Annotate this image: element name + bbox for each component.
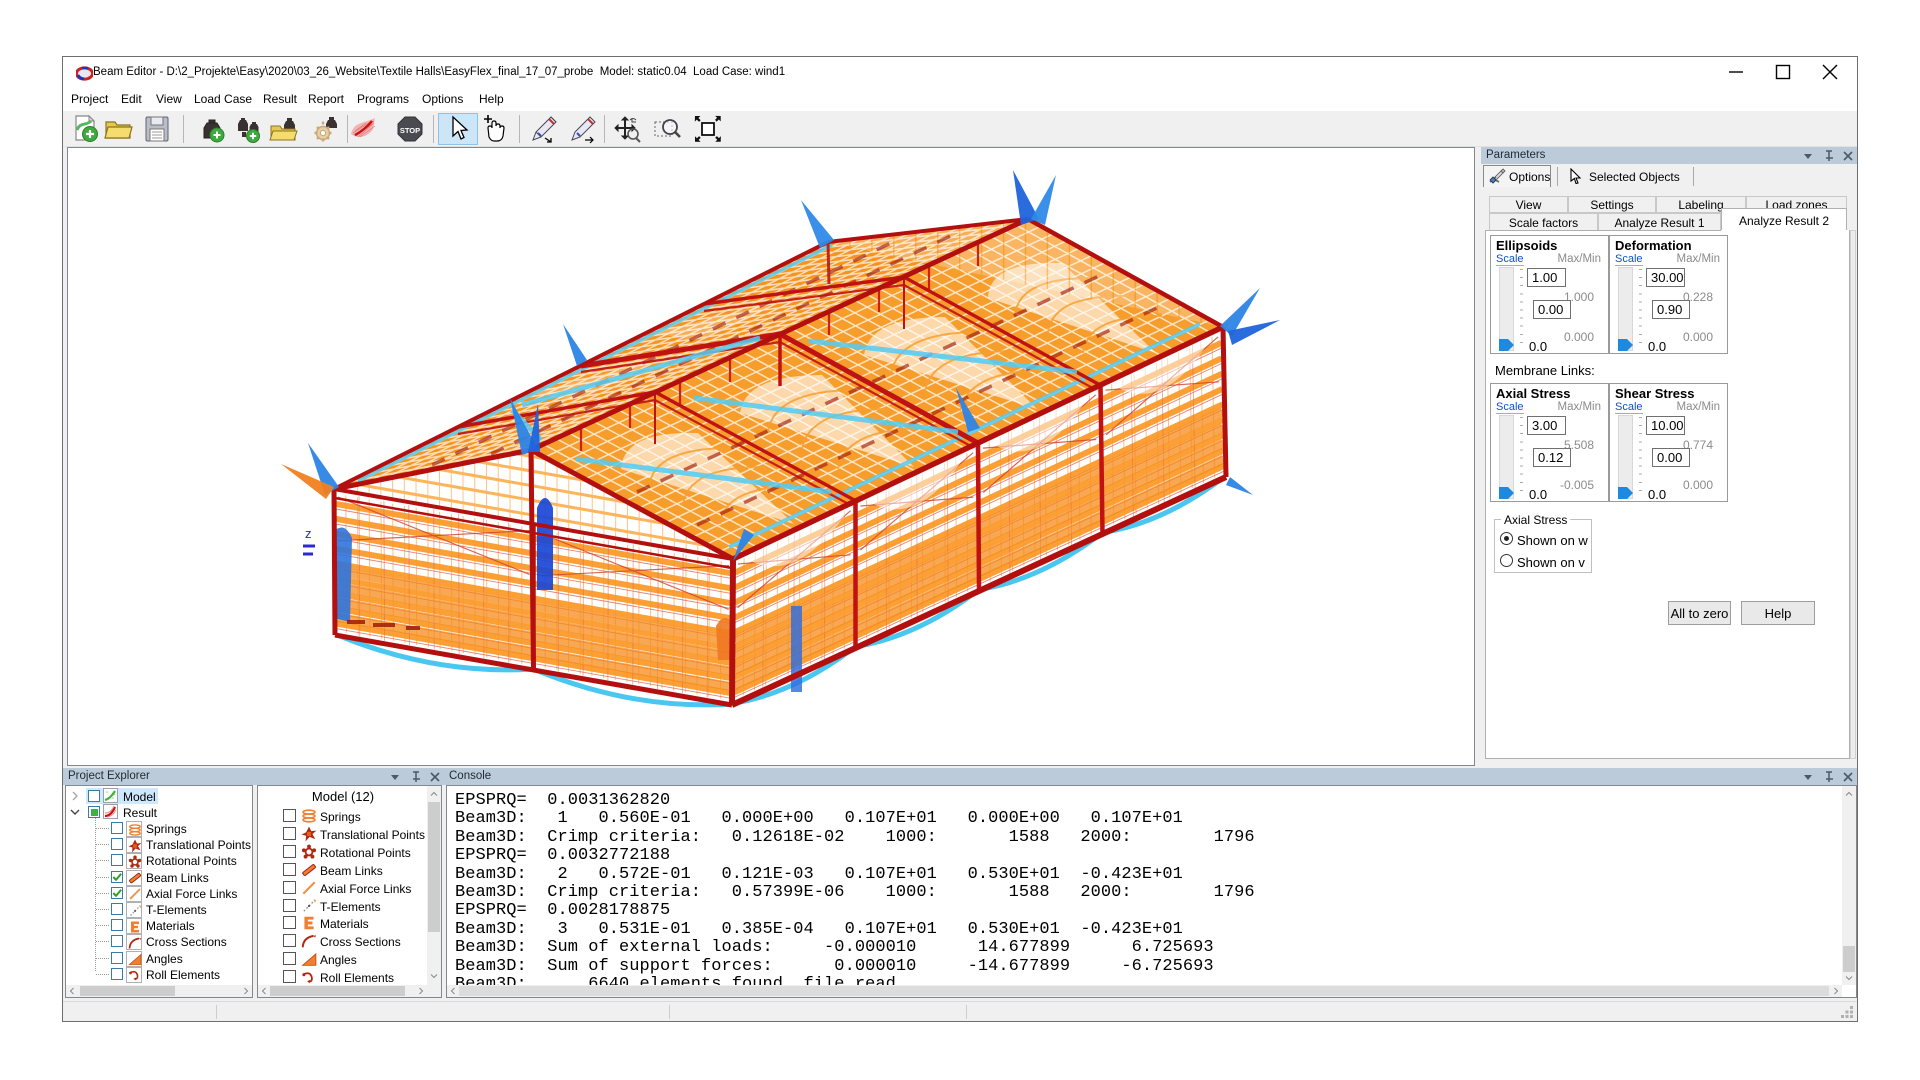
svg-text:z: z <box>305 526 312 541</box>
svg-text:STOP: STOP <box>400 126 420 135</box>
